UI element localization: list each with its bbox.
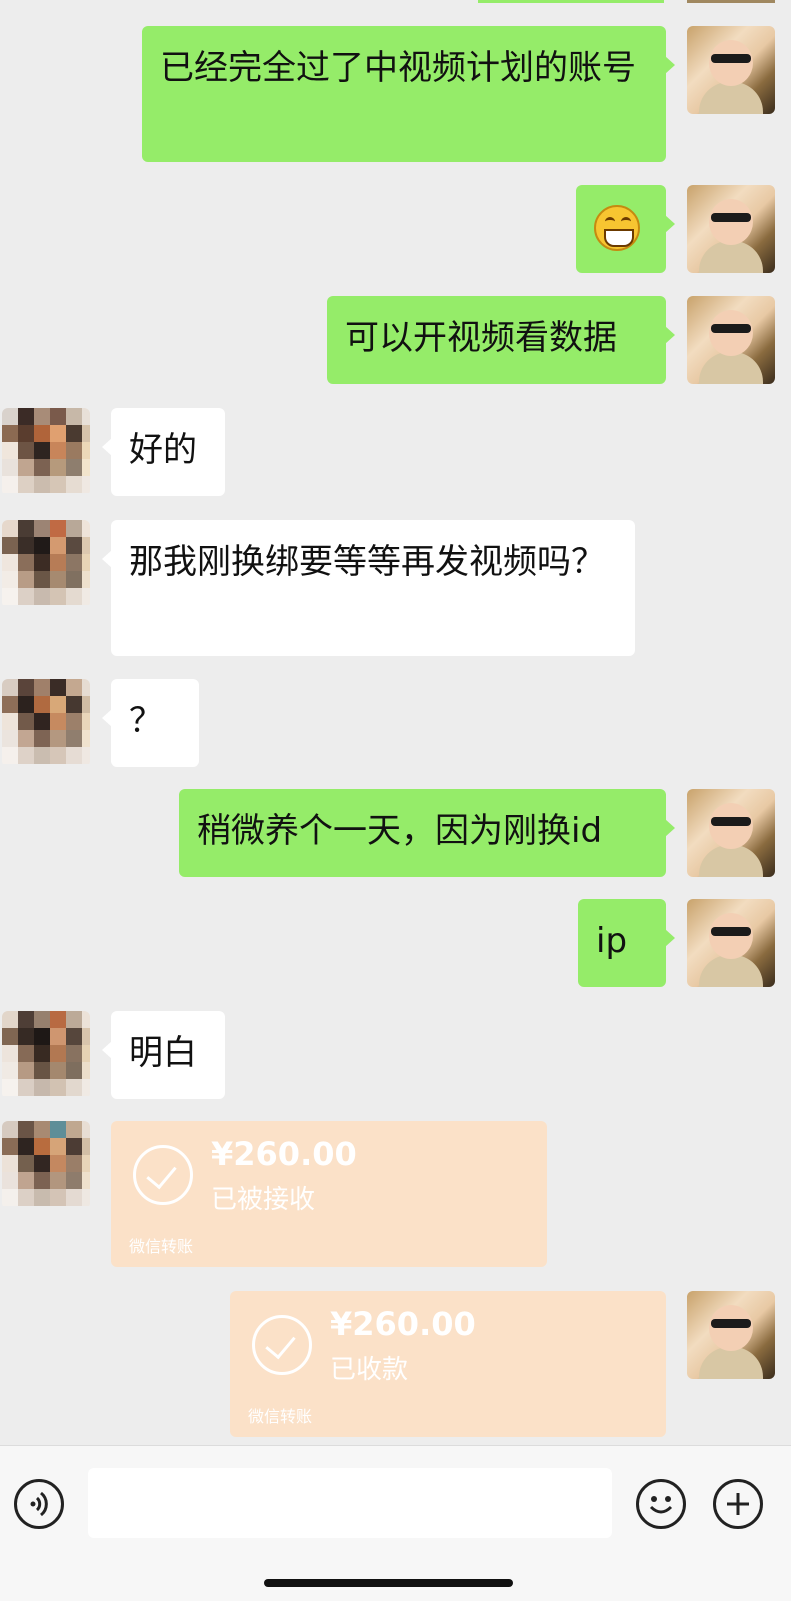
message-text: 可以开视频看数据 — [345, 318, 617, 358]
message-bubble-incoming[interactable]: 明白 — [102, 1011, 225, 1099]
message-bubble-outgoing[interactable]: 可以开视频看数据 — [327, 296, 675, 384]
my-avatar[interactable] — [687, 789, 775, 877]
contact-avatar[interactable] — [2, 1121, 90, 1209]
transfer-status: 已收款 — [330, 1355, 409, 1385]
contact-avatar[interactable] — [2, 520, 90, 608]
message-bubble-outgoing[interactable]: ip — [578, 899, 675, 987]
message-bubble-incoming[interactable]: 好的 — [102, 408, 225, 496]
message-text: 已经完全过了中视频计划的账号 — [160, 48, 636, 88]
chat-area[interactable]: 已经完全过了中视频计划的账号 可以开视频看数据 好的 那我刚换绑要等等再发视频吗… — [0, 0, 791, 1445]
my-avatar[interactable] — [687, 26, 775, 114]
input-bar — [0, 1445, 791, 1601]
message-text: ip — [596, 921, 628, 961]
check-circle-icon — [252, 1315, 312, 1375]
message-text: 稍微养个一天，因为刚换id — [197, 811, 603, 851]
transfer-amount: ¥260.00 — [330, 1305, 476, 1343]
message-text: 那我刚换绑要等等再发视频吗？ — [129, 542, 605, 582]
check-circle-icon — [133, 1145, 193, 1205]
transfer-card-collected[interactable]: ¥260.00 已收款 微信转账 — [230, 1291, 666, 1437]
transfer-card-received[interactable]: ¥260.00 已被接收 微信转账 — [111, 1121, 547, 1267]
message-bubble-outgoing[interactable]: 稍微养个一天，因为刚换id — [179, 789, 675, 877]
emoji-icon[interactable] — [636, 1479, 686, 1529]
message-bubble-outgoing[interactable] — [576, 185, 675, 273]
my-avatar[interactable] — [687, 899, 775, 987]
my-avatar[interactable] — [687, 185, 775, 273]
transfer-brand: 微信转账 — [129, 1237, 194, 1256]
message-bubble-outgoing[interactable]: 已经完全过了中视频计划的账号 — [142, 26, 675, 162]
contact-avatar[interactable] — [2, 408, 90, 496]
message-text: 好的 — [129, 430, 197, 470]
transfer-brand: 微信转账 — [248, 1407, 313, 1426]
message-bubble-incoming[interactable]: 那我刚换绑要等等再发视频吗？ — [102, 520, 635, 656]
message-text: ？ — [129, 701, 163, 741]
previous-message-edge — [478, 0, 664, 3]
message-text: 明白 — [129, 1033, 197, 1073]
grinning-face-icon — [594, 205, 640, 251]
contact-avatar[interactable] — [2, 1011, 90, 1099]
message-bubble-incoming[interactable]: ？ — [102, 679, 199, 767]
my-avatar[interactable] — [687, 296, 775, 384]
previous-avatar-edge — [687, 0, 775, 3]
contact-avatar[interactable] — [2, 679, 90, 767]
transfer-status: 已被接收 — [211, 1185, 316, 1215]
message-input[interactable] — [88, 1468, 612, 1538]
home-indicator[interactable] — [264, 1579, 513, 1587]
plus-icon[interactable] — [713, 1479, 763, 1529]
my-avatar[interactable] — [687, 1291, 775, 1379]
voice-icon[interactable] — [14, 1479, 64, 1529]
transfer-amount: ¥260.00 — [211, 1135, 357, 1173]
